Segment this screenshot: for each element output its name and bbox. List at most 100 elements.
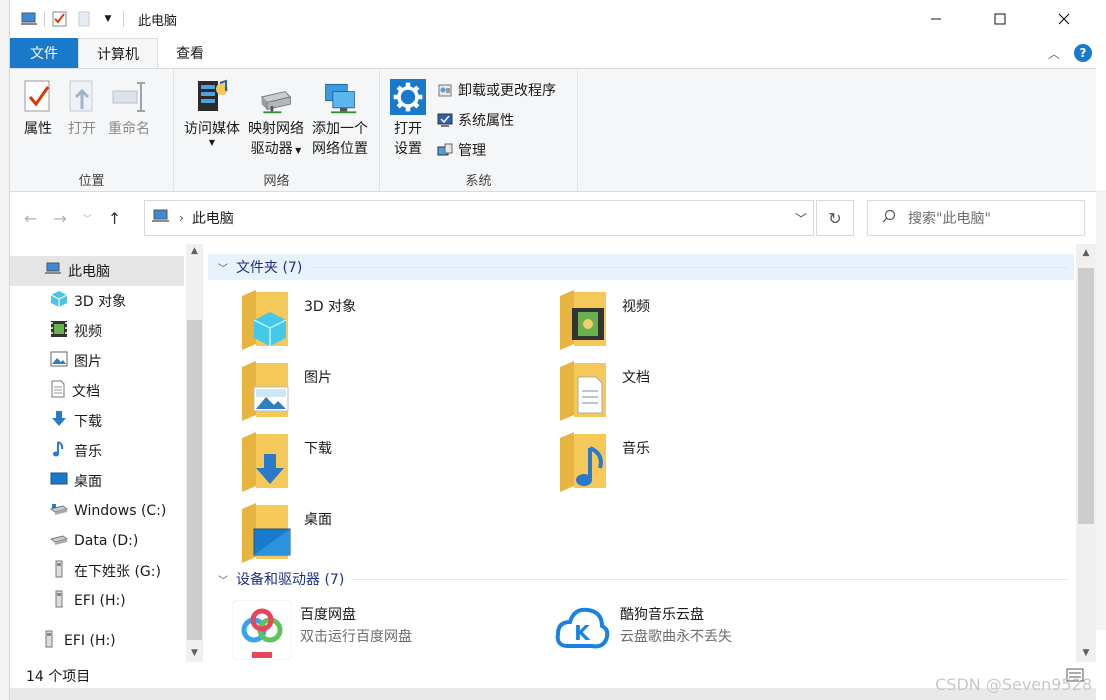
usb-drive-icon	[50, 560, 68, 582]
tab-view[interactable]: 查看	[158, 38, 222, 68]
collapse-ribbon-icon[interactable]: ︿	[1048, 45, 1060, 62]
scroll-up-icon[interactable]: ▲	[1076, 248, 1096, 258]
nav-item-desktop[interactable]: 桌面	[10, 466, 184, 496]
breadcrumb-separator-icon[interactable]: ›	[179, 211, 184, 225]
ribbon: 属性 打开 重命名 位置 访问媒体 ▼ 映射网络 驱动器 ▼ 添加一个 网络位置…	[10, 68, 1096, 192]
background-window-strip	[0, 0, 10, 700]
folder-tile-videos[interactable]: 视频	[558, 288, 650, 352]
address-bar[interactable]: › 此电脑 ﹀	[144, 200, 814, 236]
devices-group-header[interactable]: ﹀ 设备和驱动器 (7)	[208, 566, 1074, 592]
folder-tile-music[interactable]: 音乐	[558, 430, 650, 494]
properties-icon	[20, 77, 56, 117]
nav-item-documents[interactable]: 文档	[10, 376, 184, 406]
folder-3d-objects-icon	[240, 288, 296, 352]
chevron-down-icon: ▼	[292, 146, 302, 155]
content-scroll-thumb[interactable]	[1078, 268, 1094, 524]
nav-item-label: Data (D:)	[74, 533, 139, 549]
new-folder-icon[interactable]	[75, 10, 93, 28]
folder-tile-desktop[interactable]: 桌面	[240, 501, 332, 565]
usb-drive-icon	[50, 590, 68, 612]
nav-item-data-d[interactable]: Data (D:)	[10, 526, 184, 556]
open-settings-label-line2: 设置	[394, 141, 422, 157]
folder-tile-pictures[interactable]: 图片	[240, 359, 332, 423]
uninstall-programs-button[interactable]: 卸载或更改程序	[436, 79, 556, 101]
device-text: 百度网盘 双击运行百度网盘	[300, 600, 412, 646]
nav-item-label: EFI (H:)	[64, 633, 116, 649]
devices-header-label: 设备和驱动器 (7)	[236, 572, 345, 588]
address-history-chevron-icon[interactable]: ﹀	[795, 210, 807, 227]
background-taskbar-strip	[10, 688, 1096, 700]
folder-tile-downloads[interactable]: 下载	[240, 430, 332, 494]
add-location-label-line2: 网络位置	[312, 141, 368, 157]
navigation-pane: 此电脑 3D 对象 视频 图片 文档 下载 音乐 桌面 Windows (C:)…	[10, 244, 204, 662]
device-tile-baidu-netdisk[interactable]: 百度网盘 双击运行百度网盘	[231, 599, 412, 661]
folder-label: 视频	[622, 299, 650, 315]
desktop-icon	[50, 471, 68, 491]
content-scrollbar[interactable]: ▲ ▼	[1076, 244, 1096, 662]
nav-item-pictures[interactable]: 图片	[10, 346, 184, 376]
nav-item-this-pc[interactable]: 此电脑	[10, 256, 184, 286]
drive-icon	[49, 502, 69, 520]
group-label-system: 系统	[465, 174, 492, 189]
nav-item-label: 3D 对象	[74, 294, 127, 310]
nav-item-videos[interactable]: 视频	[10, 316, 184, 346]
navigation-row: ← → ﹀ ↑ › 此电脑 ﹀ ↻ 搜索"此电脑"	[10, 192, 1096, 244]
device-sublabel: 云盘歌曲永不丢失	[620, 629, 732, 645]
manage-computer-icon	[436, 141, 454, 159]
minimize-button[interactable]	[904, 0, 968, 38]
recent-locations-chevron-icon[interactable]: ﹀	[83, 212, 92, 225]
media-server-icon	[194, 77, 230, 117]
nav-item-music[interactable]: 音乐	[10, 436, 184, 466]
ribbon-tabs: 文件 计算机 查看 ︿ ?	[10, 38, 1096, 68]
folder-label: 下载	[304, 441, 332, 457]
customize-dropdown-icon[interactable]: ▼	[99, 10, 117, 28]
nav-item-efi-h-root[interactable]: EFI (H:)	[10, 626, 184, 656]
properties-checkmark-icon[interactable]	[51, 10, 69, 28]
file-explorer-window: ▼ 此电脑 文件 计算机 查看 ︿ ? 属性 打开 重命名 位置 访问媒体 ▼ …	[10, 0, 1096, 700]
folder-tile-3d-objects[interactable]: 3D 对象	[240, 288, 356, 352]
device-tile-kugou-cloud[interactable]: K 酷狗音乐云盘 云盘歌曲永不丢失	[552, 600, 732, 660]
nav-item-label: 下载	[74, 414, 102, 430]
tab-file[interactable]: 文件	[10, 38, 78, 68]
nav-item-downloads[interactable]: 下载	[10, 406, 184, 436]
nav-item-windows-c[interactable]: Windows (C:)	[10, 496, 184, 526]
open-label: 打开	[68, 121, 96, 137]
nav-item-efi-h[interactable]: EFI (H:)	[10, 586, 184, 616]
refresh-button[interactable]: ↻	[816, 200, 854, 236]
collapse-chevron-icon: ﹀	[218, 575, 228, 587]
add-location-label-line1: 添加一个	[312, 121, 368, 137]
breadcrumb-this-pc[interactable]: 此电脑	[192, 208, 234, 228]
search-box[interactable]: 搜索"此电脑"	[867, 200, 1085, 236]
help-icon[interactable]: ?	[1074, 44, 1092, 62]
scroll-down-icon[interactable]: ▼	[186, 648, 203, 658]
forward-arrow-icon[interactable]: →	[53, 209, 66, 228]
folders-group-header[interactable]: ﹀ 文件夹 (7)	[208, 254, 1074, 280]
up-arrow-icon[interactable]: ↑	[108, 209, 121, 228]
nav-item-drive-g[interactable]: 在下姓张 (G:)	[10, 556, 184, 586]
access-media-label: 访问媒体	[184, 121, 240, 137]
refresh-icon: ↻	[828, 208, 842, 228]
status-bar: 14 个项目	[10, 664, 1096, 688]
device-sublabel: 双击运行百度网盘	[300, 629, 412, 645]
drive-icon	[49, 532, 69, 550]
cube-icon	[50, 290, 68, 312]
maximize-button[interactable]	[968, 0, 1032, 38]
scroll-up-icon[interactable]: ▲	[186, 246, 203, 256]
manage-button[interactable]: 管理	[436, 139, 556, 161]
back-arrow-icon[interactable]: ←	[24, 209, 37, 228]
scroll-down-icon[interactable]: ▼	[1076, 648, 1096, 658]
nav-item-label: 在下姓张 (G:)	[74, 564, 161, 580]
pc-icon	[44, 262, 62, 280]
picture-icon	[50, 351, 68, 371]
item-count: 14 个项目	[26, 669, 91, 685]
folder-tile-documents[interactable]: 文档	[558, 359, 650, 423]
nav-item-3d-objects[interactable]: 3D 对象	[10, 286, 184, 316]
rename-icon	[111, 77, 147, 117]
tab-computer[interactable]: 计算机	[78, 38, 158, 68]
folders-header-label: 文件夹 (7)	[236, 260, 303, 276]
window-controls	[904, 0, 1096, 38]
close-button[interactable]	[1032, 0, 1096, 38]
system-properties-button[interactable]: 系统属性	[436, 109, 556, 131]
nav-pane-scrollbar[interactable]: ▲ ▼	[186, 244, 203, 662]
nav-scroll-thumb[interactable]	[187, 320, 202, 640]
